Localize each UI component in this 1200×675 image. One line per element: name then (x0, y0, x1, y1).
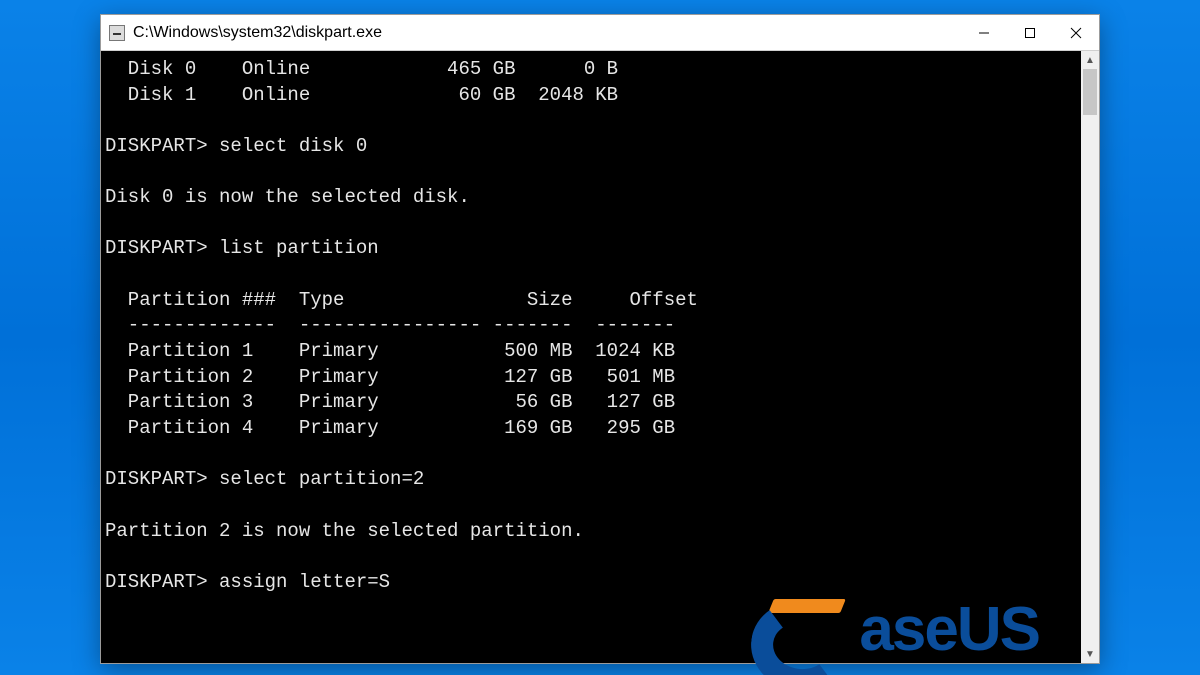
titlebar-left: C:\Windows\system32\diskpart.exe (109, 24, 382, 42)
titlebar[interactable]: C:\Windows\system32\diskpart.exe (101, 15, 1099, 51)
close-icon (1070, 27, 1082, 39)
console-area: Disk 0 Online 465 GB 0 B Disk 1 Online 6… (101, 51, 1099, 663)
window-controls (961, 15, 1099, 50)
diskpart-window: C:\Windows\system32\diskpart.exe Disk 0 … (100, 14, 1100, 664)
scrollbar[interactable]: ▲ ▼ (1081, 51, 1099, 663)
maximize-icon (1024, 27, 1036, 39)
scroll-down-button[interactable]: ▼ (1081, 645, 1099, 663)
maximize-button[interactable] (1007, 15, 1053, 50)
window-title: C:\Windows\system32\diskpart.exe (133, 24, 382, 42)
close-button[interactable] (1053, 15, 1099, 50)
scroll-up-button[interactable]: ▲ (1081, 51, 1099, 69)
scroll-thumb[interactable] (1083, 69, 1097, 115)
app-icon (109, 25, 125, 41)
minimize-icon (978, 27, 990, 39)
minimize-button[interactable] (961, 15, 1007, 50)
terminal-output[interactable]: Disk 0 Online 465 GB 0 B Disk 1 Online 6… (101, 51, 1081, 663)
